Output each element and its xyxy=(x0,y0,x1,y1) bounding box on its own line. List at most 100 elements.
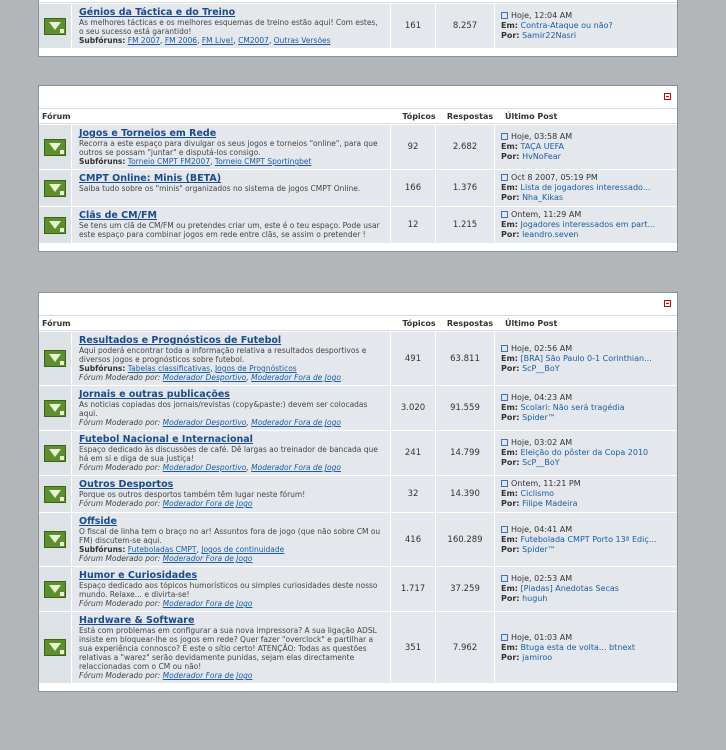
forum-read-icon[interactable] xyxy=(44,531,66,548)
last-post-topic-link[interactable]: [Piadas] Anedotas Secas xyxy=(521,584,619,593)
forum-read-icon[interactable] xyxy=(44,138,66,156)
forum-row: Offside O fiscal de linha tem o braço no … xyxy=(39,512,677,566)
forum-status-cell xyxy=(39,170,72,206)
collapse-icon[interactable] xyxy=(664,93,671,100)
forum-title-link[interactable]: Outros Desportos xyxy=(79,479,384,490)
last-post-topic-link[interactable]: Scolari: Não será tragédia xyxy=(521,403,625,412)
last-post-icon[interactable] xyxy=(501,133,508,140)
forum-title-link[interactable]: Jogos e Torneios em Rede xyxy=(79,128,384,139)
moderator-link[interactable]: Moderador Desportivo xyxy=(163,373,247,382)
subforum-link[interactable]: Torneio CMPT Sportingbet xyxy=(215,157,312,166)
forum-title-link[interactable]: CMPT Online: Minis (BETA) xyxy=(79,173,384,184)
last-post-icon[interactable] xyxy=(501,211,508,218)
last-post-icon[interactable] xyxy=(501,439,508,446)
forum-read-icon[interactable] xyxy=(44,580,66,598)
last-post-topic-link[interactable]: Btuga esta de volta... btnext xyxy=(521,643,635,652)
forum-read-icon[interactable] xyxy=(44,179,66,197)
forum-read-icon[interactable] xyxy=(44,216,66,234)
moderator-link[interactable]: Moderador Fora de Jogo xyxy=(163,554,253,563)
subforums-line: Subfóruns: Tabelas classificativas, Jogo… xyxy=(79,364,297,373)
last-post-time: Hoje, 02:53 AM xyxy=(511,574,573,583)
last-post-author-link[interactable]: Nha_Kikas xyxy=(522,193,563,202)
forum-title-link[interactable]: Futebol Nacional e Internacional xyxy=(79,434,384,445)
subforum-link[interactable]: Torneio CMPT FM2007 xyxy=(128,157,210,166)
last-post-topic-link[interactable]: TAÇA UEFA xyxy=(521,142,564,151)
subforum-link[interactable]: Jogos de Prognósticos xyxy=(215,364,297,373)
subforum-link[interactable]: FM 2007 xyxy=(128,36,160,45)
forum-title-link[interactable]: Clãs de CM/FM xyxy=(79,210,384,221)
topics-count: 416 xyxy=(391,513,436,566)
moderator-link[interactable]: Moderador Desportivo xyxy=(163,463,247,472)
subforum-link[interactable]: Outras Versões xyxy=(274,36,331,45)
moderators-label: Fórum Moderado por: xyxy=(79,599,161,608)
last-post-cell: Hoje, 12:04 AM Em: Contra-Ataque ou não? P… xyxy=(495,4,677,48)
last-post-author-link[interactable]: Spider™ xyxy=(522,413,556,422)
last-post-author-link[interactable]: Filipe Madeira xyxy=(522,499,577,508)
last-post-icon[interactable] xyxy=(501,633,508,641)
last-post-topic-link[interactable]: Futebolada CMPT Porto 13ª Ediç... xyxy=(521,535,657,544)
forum-info: Jornais e outras publicações As noticias … xyxy=(72,386,391,430)
last-post-icon[interactable] xyxy=(501,174,508,181)
last-post-author-line: Por: Samir22Nasri xyxy=(501,31,673,41)
in-label: Em: xyxy=(501,403,518,412)
in-label: Em: xyxy=(501,489,518,498)
forum-read-icon[interactable] xyxy=(44,485,66,503)
last-post-icon[interactable] xyxy=(501,394,508,401)
topics-count: 32 xyxy=(391,476,436,512)
last-post-author-link[interactable]: leandro.seven xyxy=(522,230,578,239)
moderator-link[interactable]: Moderador Fora de Jogo xyxy=(251,373,341,382)
last-post-author-link[interactable]: huguh xyxy=(522,594,547,603)
last-post-author-link[interactable]: ScP__BoY xyxy=(522,364,560,373)
last-post-author-link[interactable]: ScP__BoY xyxy=(522,458,560,467)
forum-read-icon[interactable] xyxy=(44,444,66,462)
last-post-icon[interactable] xyxy=(501,12,508,19)
last-post-icon[interactable] xyxy=(501,525,508,533)
forum-read-icon[interactable] xyxy=(44,639,66,656)
moderator-link[interactable]: Moderador Fora de Jogo xyxy=(163,599,253,608)
subforum-link[interactable]: Tabelas classificativas xyxy=(128,364,210,373)
subforum-link[interactable]: FM 2006 xyxy=(165,36,197,45)
last-post-time: Oct 8 2007, 05:19 PM xyxy=(511,173,598,182)
collapse-icon[interactable] xyxy=(664,300,671,307)
last-post-author-link[interactable]: jamiroo xyxy=(522,653,552,662)
last-post-icon[interactable] xyxy=(501,344,508,352)
last-post-time-line: Hoje, 01:03 AM xyxy=(501,633,673,643)
moderator-link[interactable]: Moderador Fora de Jogo xyxy=(251,418,341,427)
last-post-topic-link[interactable]: Jogadores interessados em part... xyxy=(521,220,656,229)
last-post-icon[interactable] xyxy=(501,480,508,487)
forum-title-link[interactable]: Resultados e Prognósticos de Futebol xyxy=(79,335,384,346)
moderator-link[interactable]: Moderador Fora de Jogo xyxy=(163,499,253,508)
last-post-topic-link[interactable]: Contra-Ataque ou não? xyxy=(521,21,613,30)
subforum-link[interactable]: Jogos de continuidade xyxy=(201,545,284,554)
last-post-cell: Oct 8 2007, 05:19 PM Em: Lista de jogador… xyxy=(495,170,677,206)
forum-row: Humor e Curiosidades Espaço dedicado aos … xyxy=(39,566,677,611)
last-post-icon[interactable] xyxy=(501,575,508,582)
forum-title-link[interactable]: Humor e Curiosidades xyxy=(79,570,384,581)
moderators-label: Fórum Moderado por: xyxy=(79,554,161,563)
last-post-topic-link[interactable]: Lista de jogadores interessado... xyxy=(521,183,651,192)
last-post-topic-link[interactable]: Eleição do pôster da Copa 2010 xyxy=(521,448,649,457)
last-post-time: Hoje, 04:23 AM xyxy=(511,393,573,402)
by-label: Por: xyxy=(501,544,520,554)
moderator-link[interactable]: Moderador Fora de Jogo xyxy=(163,671,253,680)
subforum-link[interactable]: CM2007 xyxy=(238,36,269,45)
forum-read-icon[interactable] xyxy=(44,399,66,417)
moderator-link[interactable]: Moderador Fora de Jogo xyxy=(251,463,341,472)
moderator-link[interactable]: Moderador Desportivo xyxy=(163,418,247,427)
moderators-line: Fórum Moderado por: Moderador Fora de Jo… xyxy=(79,599,384,608)
forum-title-link[interactable]: Génios da Táctica e do Treino xyxy=(79,7,384,18)
last-post-topic-link[interactable]: Ciclismo xyxy=(521,489,555,498)
forum-title-link[interactable]: Hardware & Software xyxy=(79,615,384,626)
forum-description: Aqui poderá encontrar toda a informação … xyxy=(79,346,367,364)
last-post-author-line: Por: Nha_Kikas xyxy=(501,193,673,203)
last-post-author-link[interactable]: HvNoFear xyxy=(522,152,561,161)
forum-title-link[interactable]: Jornais e outras publicações xyxy=(79,389,384,400)
forum-read-icon[interactable] xyxy=(44,350,66,367)
last-post-topic-link[interactable]: [BRA] São Paulo 0-1 Corinthian... xyxy=(521,354,652,363)
subforum-link[interactable]: FM Live! xyxy=(202,36,234,45)
last-post-author-link[interactable]: Samir22Nasri xyxy=(522,31,576,40)
last-post-author-link[interactable]: Spider™ xyxy=(522,545,556,554)
subforum-link[interactable]: Futeboladas CMPT xyxy=(128,545,197,554)
forum-title-link[interactable]: Offside xyxy=(79,516,384,527)
forum-read-icon[interactable] xyxy=(44,17,66,35)
